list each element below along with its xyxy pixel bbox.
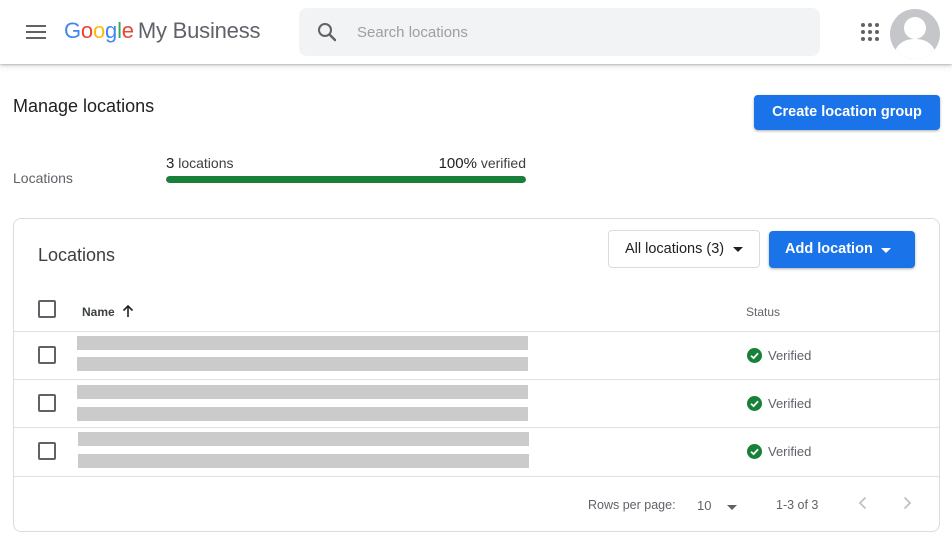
- menu-icon[interactable]: [24, 20, 48, 44]
- search-input[interactable]: [357, 20, 797, 44]
- column-header-name[interactable]: Name: [82, 305, 115, 319]
- card-title: Locations: [38, 245, 116, 265]
- chevron-left-icon[interactable]: [851, 491, 875, 515]
- chevron-right-icon[interactable]: [895, 491, 919, 515]
- select-all-checkbox[interactable]: [38, 300, 56, 318]
- verified-percent-value: 100%: [438, 155, 477, 172]
- redacted-name-bar: [77, 336, 528, 350]
- create-location-group-button[interactable]: Create location group: [754, 95, 940, 130]
- verified-check-icon: [747, 444, 762, 459]
- locations-count: 3 locations: [166, 155, 234, 172]
- verified-check-icon: [747, 396, 762, 411]
- add-location-button[interactable]: Add location: [769, 231, 915, 268]
- redacted-name-bar: [77, 385, 528, 399]
- add-location-label: Add location: [785, 241, 873, 257]
- row-checkbox[interactable]: [38, 346, 56, 364]
- pagination-footer: Rows per page: 10 1-3 of 3: [14, 476, 939, 532]
- verified-percent: 100% verified: [430, 155, 526, 172]
- table-row[interactable]: Verified: [14, 379, 939, 427]
- row-checkbox[interactable]: [38, 442, 56, 460]
- table-row[interactable]: Verified: [14, 427, 939, 475]
- column-header-status: Status: [746, 305, 781, 319]
- chevron-down-icon: [881, 248, 891, 253]
- verification-progress-fill: [166, 176, 526, 183]
- status-label: Verified: [768, 444, 812, 459]
- verified-percent-suffix: verified: [476, 155, 526, 171]
- location-filter-dropdown[interactable]: All locations (3): [608, 230, 760, 268]
- locations-summary-label: Locations: [13, 170, 73, 186]
- apps-grid-icon[interactable]: [858, 20, 882, 44]
- product-name: My Business: [137, 18, 261, 43]
- redacted-name-bar: [78, 432, 529, 446]
- status-label: Verified: [768, 396, 812, 411]
- sort-ascending-icon[interactable]: [120, 303, 136, 319]
- redacted-address-bar: [78, 454, 529, 468]
- filter-label: All locations (3): [625, 241, 725, 257]
- rows-per-page-select[interactable]: 10: [697, 491, 747, 519]
- pagination-range: 1-3 of 3: [776, 498, 819, 512]
- table-row[interactable]: Verified: [14, 331, 939, 379]
- account-avatar[interactable]: [890, 9, 940, 59]
- verified-check-icon: [747, 348, 762, 363]
- rows-per-page-label: Rows per page:: [588, 498, 676, 512]
- redacted-address-bar: [77, 357, 528, 371]
- locations-card: Locations All locations (3) Add location…: [13, 218, 940, 532]
- search-icon[interactable]: [315, 20, 339, 44]
- verification-progress-bar: [166, 176, 526, 183]
- chevron-down-icon: [727, 505, 737, 510]
- chevron-down-icon: [733, 247, 743, 252]
- row-checkbox[interactable]: [38, 394, 56, 412]
- person-icon: [893, 17, 937, 59]
- status-label: Verified: [768, 348, 812, 363]
- page-title: Manage locations: [13, 96, 155, 116]
- google-my-business-logo[interactable]: Google My Business: [64, 18, 261, 44]
- locations-count-suffix: locations: [174, 155, 234, 171]
- redacted-address-bar: [77, 407, 528, 421]
- rows-per-page-value: 10: [697, 498, 712, 513]
- search-bar[interactable]: [299, 8, 820, 56]
- top-app-bar: Google My Business: [0, 0, 952, 64]
